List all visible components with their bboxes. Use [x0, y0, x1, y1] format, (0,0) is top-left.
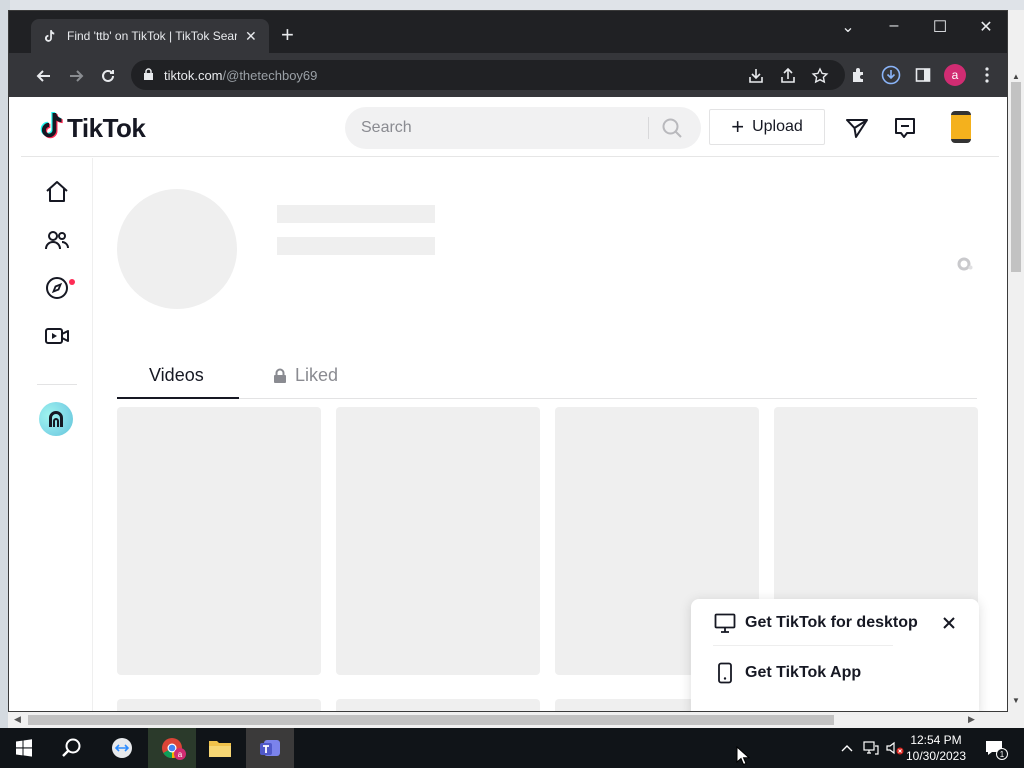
chrome-profile-badge: a: [174, 748, 186, 760]
video-card-placeholder: [117, 699, 321, 711]
notification-count-badge: 1: [996, 748, 1008, 760]
clock-date: 10/30/2023: [905, 749, 967, 763]
profile-name-placeholder: [277, 205, 435, 223]
user-profile-avatar[interactable]: [951, 111, 971, 143]
tiktok-header: TikTok + Upload: [21, 97, 999, 157]
video-card-placeholder: [336, 407, 540, 675]
tiktok-page: TikTok + Upload: [21, 97, 999, 711]
share-icon[interactable]: [779, 67, 797, 85]
nav-divider: [37, 384, 77, 385]
scroll-up-arrow-icon[interactable]: ▲: [1012, 72, 1020, 81]
volume-muted-icon[interactable]: [886, 740, 904, 756]
tab-liked-label: Liked: [295, 365, 339, 385]
chrome-window: Find 'ttb' on TikTok | TikTok Search ✕ +…: [8, 10, 1008, 712]
tab-search-icon[interactable]: ⌄: [833, 17, 863, 37]
close-window-button[interactable]: ✕: [971, 17, 1001, 37]
active-tab-indicator: [117, 397, 239, 399]
scroll-right-arrow-icon[interactable]: ▶: [968, 714, 975, 725]
search-taskbar-icon[interactable]: [48, 728, 96, 768]
phone-icon: [713, 661, 737, 685]
show-hidden-icons-icon[interactable]: [838, 740, 856, 756]
forward-button[interactable]: [65, 65, 87, 87]
explore-icon[interactable]: [43, 274, 71, 302]
get-desktop-app-link[interactable]: Get TikTok for desktop: [713, 611, 918, 635]
tab-title: Find 'ttb' on TikTok | TikTok Search: [67, 29, 237, 43]
video-card-placeholder: [117, 407, 321, 675]
video-card-placeholder: [336, 699, 540, 711]
action-center-icon[interactable]: 1: [982, 738, 1008, 760]
following-icon[interactable]: [43, 226, 71, 254]
get-mobile-app-label: Get TikTok App: [745, 664, 862, 681]
profile-handle-placeholder: [277, 237, 435, 255]
extensions-puzzle-icon[interactable]: [849, 65, 869, 85]
get-mobile-app-link[interactable]: Get TikTok App: [713, 661, 861, 685]
monitor-icon: [713, 611, 737, 635]
browser-tab[interactable]: Find 'ttb' on TikTok | TikTok Search ✕: [31, 19, 269, 53]
side-navigation: [21, 158, 93, 711]
mouse-cursor-icon: [736, 745, 751, 768]
search-bar: [345, 107, 701, 149]
loading-spinner-icon: [955, 255, 975, 275]
url-text: tiktok.com/@thetechboy69: [164, 68, 318, 83]
get-app-popup: Get TikTok for desktop Get TikTok App: [691, 599, 979, 711]
search-input[interactable]: [361, 117, 631, 139]
tiktok-favicon-icon: [41, 28, 57, 44]
lock-icon[interactable]: [143, 68, 154, 86]
tab-liked[interactable]: Liked: [273, 365, 338, 386]
start-button[interactable]: [0, 728, 48, 768]
popup-divider: [713, 645, 893, 646]
chrome-taskbar-icon[interactable]: a: [148, 728, 196, 768]
horizontal-scroll-thumb[interactable]: [28, 715, 834, 725]
scroll-left-arrow-icon[interactable]: ◀: [14, 714, 21, 725]
upload-label: Upload: [752, 118, 803, 135]
following-account-avatar[interactable]: [39, 402, 73, 436]
get-desktop-app-label: Get TikTok for desktop: [745, 614, 918, 631]
system-clock[interactable]: 12:54 PM 10/30/2023: [905, 732, 967, 764]
explore-notification-dot: [69, 279, 75, 285]
download-icon[interactable]: [881, 65, 901, 85]
lock-icon: [273, 368, 287, 384]
maximize-button[interactable]: ☐: [925, 17, 955, 37]
messages-send-icon[interactable]: [844, 115, 870, 141]
profile-avatar-placeholder: [117, 189, 237, 309]
close-tab-icon[interactable]: ✕: [245, 28, 257, 45]
horizontal-scrollbar[interactable]: ◀ ▶: [8, 712, 1008, 728]
windows-taskbar: a 12:54 PM 10/30/2023 1: [0, 728, 1024, 768]
back-button[interactable]: [33, 65, 55, 87]
live-icon[interactable]: [43, 322, 71, 350]
address-bar[interactable]: tiktok.com/@thetechboy69: [131, 60, 845, 90]
search-divider: [648, 117, 649, 139]
inbox-icon[interactable]: [892, 115, 918, 141]
bookmark-star-icon[interactable]: [811, 67, 829, 85]
search-icon[interactable]: [661, 117, 683, 144]
upload-button[interactable]: + Upload: [709, 109, 825, 145]
vertical-scroll-thumb[interactable]: [1011, 82, 1021, 272]
clock-time: 12:54 PM: [910, 733, 962, 747]
minimize-button[interactable]: –: [879, 17, 909, 35]
home-icon[interactable]: [43, 178, 71, 206]
scroll-down-arrow-icon[interactable]: ▼: [1012, 696, 1020, 705]
tiktok-wordmark: TikTok: [67, 113, 146, 143]
reload-button[interactable]: [97, 65, 119, 87]
teamviewer-icon[interactable]: [98, 728, 146, 768]
install-app-icon[interactable]: [747, 67, 765, 85]
new-tab-button[interactable]: +: [281, 23, 294, 47]
side-panel-icon[interactable]: [913, 65, 933, 85]
chrome-menu-icon[interactable]: [977, 65, 997, 85]
tiktok-note-icon: [37, 111, 63, 146]
title-bar: Find 'ttb' on TikTok | TikTok Search ✕ +…: [9, 11, 1007, 53]
teams-icon[interactable]: [246, 728, 294, 768]
network-icon[interactable]: [862, 740, 880, 756]
chrome-profile-avatar[interactable]: a: [944, 64, 966, 86]
tiktok-logo[interactable]: TikTok: [37, 111, 146, 146]
browser-toolbar: tiktok.com/@thetechboy69 a: [9, 53, 1007, 97]
file-explorer-icon[interactable]: [196, 728, 244, 768]
desktop-background: [0, 0, 1024, 10]
close-icon[interactable]: [941, 615, 959, 633]
tab-videos[interactable]: Videos: [149, 365, 204, 386]
plus-icon: +: [731, 114, 745, 139]
profile-tabs: Videos Liked: [117, 359, 977, 399]
page-vertical-scrollbar[interactable]: ▲ ▼: [1008, 10, 1024, 728]
